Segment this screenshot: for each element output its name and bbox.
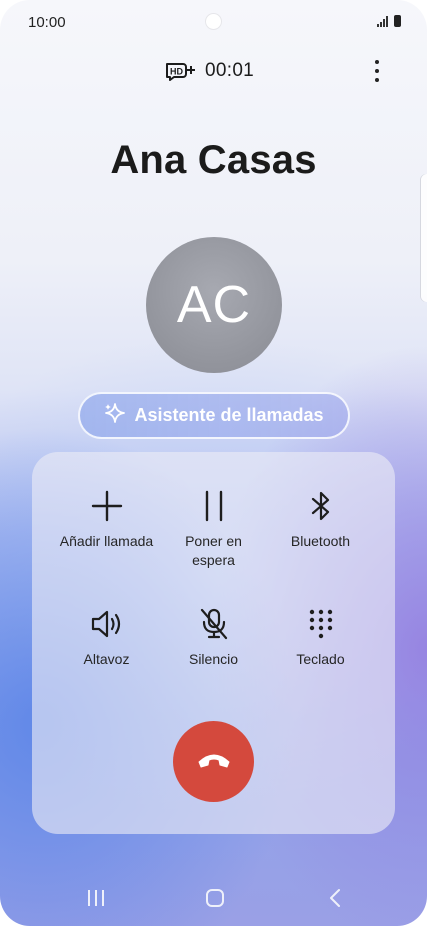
mute-button[interactable]: Silencio: [153, 604, 274, 669]
status-time: 10:00: [28, 14, 66, 31]
keypad-icon: [260, 604, 381, 644]
avatar-initials: AC: [176, 276, 252, 334]
speaker-label: Altavoz: [83, 651, 130, 667]
call-timer: 00:01: [205, 60, 255, 81]
mic-off-icon: [153, 604, 274, 644]
recent-apps-icon[interactable]: [88, 890, 104, 906]
call-header: HD 00:01: [0, 58, 427, 84]
sparkle-icon: [104, 402, 126, 429]
front-camera: [206, 14, 221, 29]
hold-label: Poner en espera: [185, 533, 242, 568]
more-dot: [375, 78, 379, 82]
call-assistant-label: Asistente de llamadas: [134, 405, 324, 425]
call-screen: 10:00 HD 00:01 Ana Casas AC Asistente de…: [0, 0, 427, 926]
end-call-button[interactable]: [173, 721, 254, 802]
hd-plus-icon: HD: [165, 61, 197, 86]
keypad-button[interactable]: Teclado: [260, 604, 381, 669]
signal-icon: [377, 16, 388, 27]
more-dot: [375, 60, 379, 64]
call-assistant-button[interactable]: Asistente de llamadas: [78, 392, 350, 439]
home-icon[interactable]: [206, 889, 224, 907]
speaker-icon: [46, 604, 167, 644]
plus-icon: [46, 486, 167, 526]
add-call-label: Añadir llamada: [59, 533, 154, 549]
contact-avatar: AC: [146, 237, 282, 373]
back-icon[interactable]: [328, 888, 342, 913]
navigation-bar: [0, 876, 427, 920]
speaker-button[interactable]: Altavoz: [46, 604, 167, 669]
contact-name: Ana Casas: [110, 138, 317, 182]
svg-text:HD: HD: [170, 67, 183, 77]
battery-icon: [394, 15, 401, 27]
bluetooth-icon: [260, 486, 381, 526]
status-bar: 10:00: [0, 0, 427, 44]
call-controls-panel: Añadir llamada Poner en espera Bluetooth: [32, 452, 395, 834]
hang-up-icon: [196, 749, 232, 774]
bluetooth-button[interactable]: Bluetooth: [260, 486, 381, 551]
bluetooth-label: Bluetooth: [290, 533, 351, 549]
keypad-label: Teclado: [296, 651, 345, 667]
more-dot: [375, 69, 379, 73]
status-icons: [377, 15, 401, 27]
hold-button[interactable]: Poner en espera: [153, 486, 274, 570]
edge-panel-handle[interactable]: [421, 174, 427, 302]
more-options-button[interactable]: [371, 58, 383, 84]
add-call-button[interactable]: Añadir llamada: [46, 486, 167, 551]
pause-icon: [153, 486, 274, 526]
mute-label: Silencio: [188, 651, 239, 667]
